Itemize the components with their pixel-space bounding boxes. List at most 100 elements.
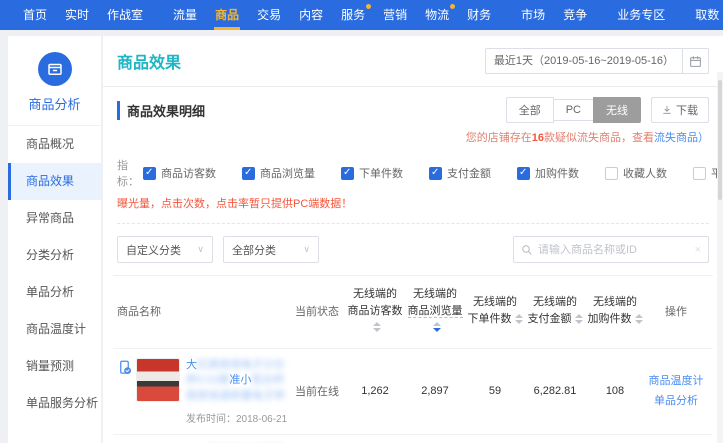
nav-item-home[interactable]: 首页 [14,0,56,30]
nav-item-finance[interactable]: 财务 [458,0,500,30]
col-line1: 无线端的 [413,288,457,300]
sidebar: 商品分析 商品概况 商品效果 异常商品 分类分析 单品分析 商品温度计 销量预测… [8,36,101,443]
metrics-row: 指标： 商品访客数 商品浏览量 下单件数 支付金额 加购件数 收藏人数 平均停留… [103,145,723,189]
select-value: 自定义分类 [126,242,181,258]
nav-item-competition[interactable]: 竞争 [554,0,596,30]
visitors-cell: 1,262 [345,385,405,397]
sidebar-item-sales-forecast[interactable]: 销量预测 [8,348,101,385]
checkbox-checked-icon[interactable] [517,167,530,180]
col-orders-sort[interactable]: 无线端的下单件数 [465,294,525,327]
metric-checkbox-favorites[interactable]: 收藏人数 [605,165,667,181]
top-nav: 首页 实时 作战室 流量 商品 交易 内容 服务 营销 物流 财务 市场 竞争 … [0,0,723,30]
nav-item-service[interactable]: 服务 [332,0,374,30]
nav-item-realtime[interactable]: 实时 [56,0,98,30]
mobile-verified-icon [117,360,132,378]
nav-item-label: 服务 [341,8,365,22]
product-analysis-icon [38,52,72,86]
metric-checkbox-pageviews[interactable]: 商品浏览量 [242,165,315,181]
tab-wireless[interactable]: 无线 [593,97,641,123]
product-search-box: × [513,236,709,263]
sidebar-item-product-effect[interactable]: 商品效果 [8,163,101,200]
nav-item-business-zone[interactable]: 业务专区 [608,0,674,30]
checkbox-checked-icon[interactable] [143,167,156,180]
actions-cell: 商品温度计 单品分析 [645,371,707,413]
nav-item-product[interactable]: 商品 [206,0,248,30]
col-actions: 操作 [645,303,707,319]
table-header: 商品名称 当前状态 无线端的商品访客数 无线端的商品浏览量 无线端的下单件数 无… [113,276,713,348]
table-row: 大红屏商用电子计价秤0.01精准小型台秤厨房快递称重电子秤 发布时间：2018-… [113,348,713,435]
col-line2: 支付金额 [528,313,572,325]
nav-item-trade[interactable]: 交易 [248,0,290,30]
col-product-name: 商品名称 [113,303,289,319]
pc-only-note: 曝光量，点击次数，点击率暂只提供PC端数据！ [103,189,723,211]
nav-item-warroom[interactable]: 作战室 [98,0,152,30]
product-thumbnail[interactable] [136,358,180,402]
sidebar-item-abnormal-products[interactable]: 异常商品 [8,200,101,237]
notification-dot [450,4,455,9]
main-content: 商品效果 最近1天（2019-05-16~2019-05-16） 商品效果明细 … [103,36,723,443]
sort-icon [575,314,583,324]
product-name-link[interactable]: 大红屏商用电子计价秤0.01精准小型台秤厨房快递称重电子秤 [186,358,289,406]
search-icon [521,244,533,256]
chevron-down-icon: ∨ [303,244,310,255]
col-line1: 无线端的 [473,296,517,308]
metric-checkbox-cart-adds[interactable]: 加购件数 [517,165,579,181]
checkbox-unchecked-icon[interactable] [605,167,618,180]
nav-item-label: 物流 [425,8,449,22]
scrollbar[interactable] [717,72,723,443]
metric-label: 商品访客数 [161,165,216,181]
metric-label: 收藏人数 [623,165,667,181]
nav-item-logistics[interactable]: 物流 [416,0,458,30]
sidebar-item-single-item-analysis[interactable]: 单品分析 [8,274,101,311]
notice-text: 款疑似流失商品，查看 [544,132,654,144]
custom-category-select[interactable]: 自定义分类 ∨ [117,236,213,263]
col-payment-sort[interactable]: 无线端的支付金额 [525,294,585,327]
sidebar-header: 商品分析 [8,36,101,126]
calendar-icon[interactable] [682,49,708,73]
col-line1: 无线端的 [593,296,637,308]
clear-icon[interactable]: × [695,244,701,256]
nav-item-market[interactable]: 市场 [512,0,554,30]
col-cart-sort[interactable]: 无线端的加购件数 [585,294,645,327]
metric-checkbox-payment[interactable]: 支付金额 [429,165,491,181]
col-pageviews-sort[interactable]: 无线端的商品浏览量 [405,286,465,336]
download-button[interactable]: 下载 [651,97,709,123]
checkbox-unchecked-icon[interactable] [693,167,706,180]
notification-dot [366,4,371,9]
col-line1: 无线端的 [533,296,577,308]
product-meta: 大红屏商用电子计价秤0.01精准小型台秤厨房快递称重电子秤 发布时间：2018-… [186,358,289,426]
sidebar-item-product-thermometer[interactable]: 商品温度计 [8,311,101,348]
metric-checkbox-order-items[interactable]: 下单件数 [341,165,403,181]
filter-row: 自定义分类 ∨ 全部分类 ∨ × [103,224,723,275]
checkbox-checked-icon[interactable] [341,167,354,180]
thermometer-link[interactable]: 商品温度计 [645,371,707,392]
chevron-down-icon: ∨ [197,244,204,255]
single-item-analysis-link[interactable]: 单品分析 [645,391,707,412]
nav-item-data-fetch[interactable]: 取数 [686,0,723,30]
col-visitors-sort[interactable]: 无线端的商品访客数 [345,286,405,336]
metric-checkbox-visitors[interactable]: 商品访客数 [143,165,216,181]
page-header: 商品效果 最近1天（2019-05-16~2019-05-16） [103,36,723,87]
sidebar-item-product-overview[interactable]: 商品概况 [8,126,101,163]
tab-all[interactable]: 全部 [506,97,554,123]
sidebar-item-single-item-service[interactable]: 单品服务分析 [8,385,101,422]
download-icon [662,105,672,115]
date-range-picker[interactable]: 最近1天（2019-05-16~2019-05-16） [485,48,709,74]
nav-item-traffic[interactable]: 流量 [164,0,206,30]
orders-cell: 59 [465,385,525,397]
page-title: 商品效果 [117,49,181,73]
nav-item-content[interactable]: 内容 [290,0,332,30]
pageviews-cell: 2,897 [405,385,465,397]
search-input[interactable] [538,244,695,256]
select-value: 全部分类 [232,242,276,258]
sidebar-item-category-analysis[interactable]: 分类分析 [8,237,101,274]
checkbox-checked-icon[interactable] [429,167,442,180]
scrollbar-thumb[interactable] [718,80,722,200]
checkbox-checked-icon[interactable] [242,167,255,180]
lost-products-link[interactable]: 流失商品） [654,132,709,144]
cart-cell: 108 [585,385,645,397]
nav-item-marketing[interactable]: 营销 [374,0,416,30]
section-title: 商品效果明细 [117,101,205,120]
tab-pc[interactable]: PC [553,99,594,121]
all-category-select[interactable]: 全部分类 ∨ [223,236,319,263]
